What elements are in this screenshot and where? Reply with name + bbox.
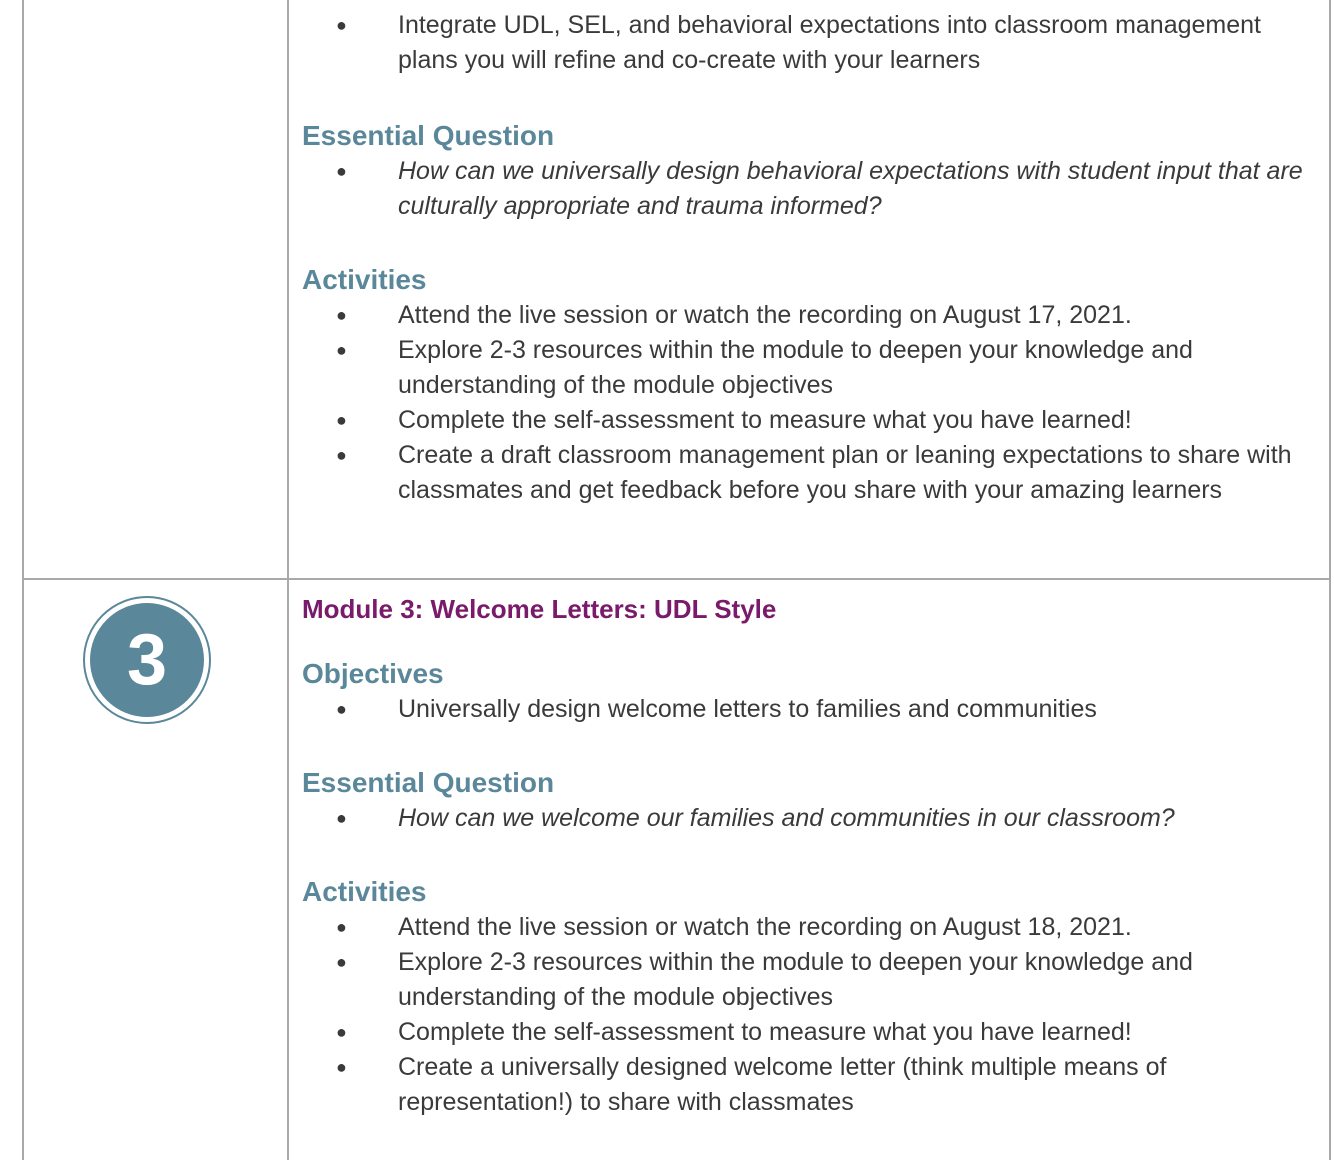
list-item: Complete the self-assessment to measure …	[302, 403, 1312, 438]
list-item: How can we universally design behavioral…	[302, 154, 1312, 224]
list-item: Create a draft classroom management plan…	[302, 438, 1312, 508]
list-item: Create a universally designed welcome le…	[302, 1050, 1312, 1120]
module2-content-cell: Integrate UDL, SEL, and behavioral expec…	[302, 8, 1312, 508]
module3-essential-question-heading: Essential Question	[302, 767, 555, 798]
module2-activities-heading: Activities	[302, 264, 427, 295]
module3-title: Module 3: Welcome Letters: UDL Style	[302, 594, 777, 624]
table-border-divider	[287, 0, 289, 1160]
list-item: Complete the self-assessment to measure …	[302, 1015, 1312, 1050]
table-border-left	[22, 0, 24, 1160]
table-row-divider	[22, 578, 1331, 580]
document-page: Integrate UDL, SEL, and behavioral expec…	[0, 0, 1334, 1160]
list-item: Integrate UDL, SEL, and behavioral expec…	[302, 8, 1312, 78]
module-number-badge: 3	[83, 596, 211, 724]
module3-activities-heading: Activities	[302, 876, 427, 907]
module2-essential-question-list: How can we universally design behavioral…	[302, 154, 1312, 224]
module-number: 3	[90, 603, 204, 717]
module3-activities-list: Attend the live session or watch the rec…	[302, 910, 1312, 1120]
list-item: How can we welcome our families and comm…	[302, 801, 1312, 836]
list-item: Universally design welcome letters to fa…	[302, 692, 1312, 727]
table-border-right	[1329, 0, 1331, 1160]
list-item: Attend the live session or watch the rec…	[302, 298, 1312, 333]
module3-essential-question-list: How can we welcome our families and comm…	[302, 801, 1312, 836]
list-item: Explore 2-3 resources within the module …	[302, 333, 1312, 403]
module2-essential-question-heading: Essential Question	[302, 120, 555, 151]
list-item: Explore 2-3 resources within the module …	[302, 945, 1312, 1015]
module3-objectives-list: Universally design welcome letters to fa…	[302, 692, 1312, 727]
module3-content-cell: Module 3: Welcome Letters: UDL Style Obj…	[302, 592, 1312, 1120]
list-item: Attend the live session or watch the rec…	[302, 910, 1312, 945]
module2-objectives-list: Integrate UDL, SEL, and behavioral expec…	[302, 8, 1312, 78]
module3-objectives-heading: Objectives	[302, 658, 444, 689]
module2-activities-list: Attend the live session or watch the rec…	[302, 298, 1312, 508]
